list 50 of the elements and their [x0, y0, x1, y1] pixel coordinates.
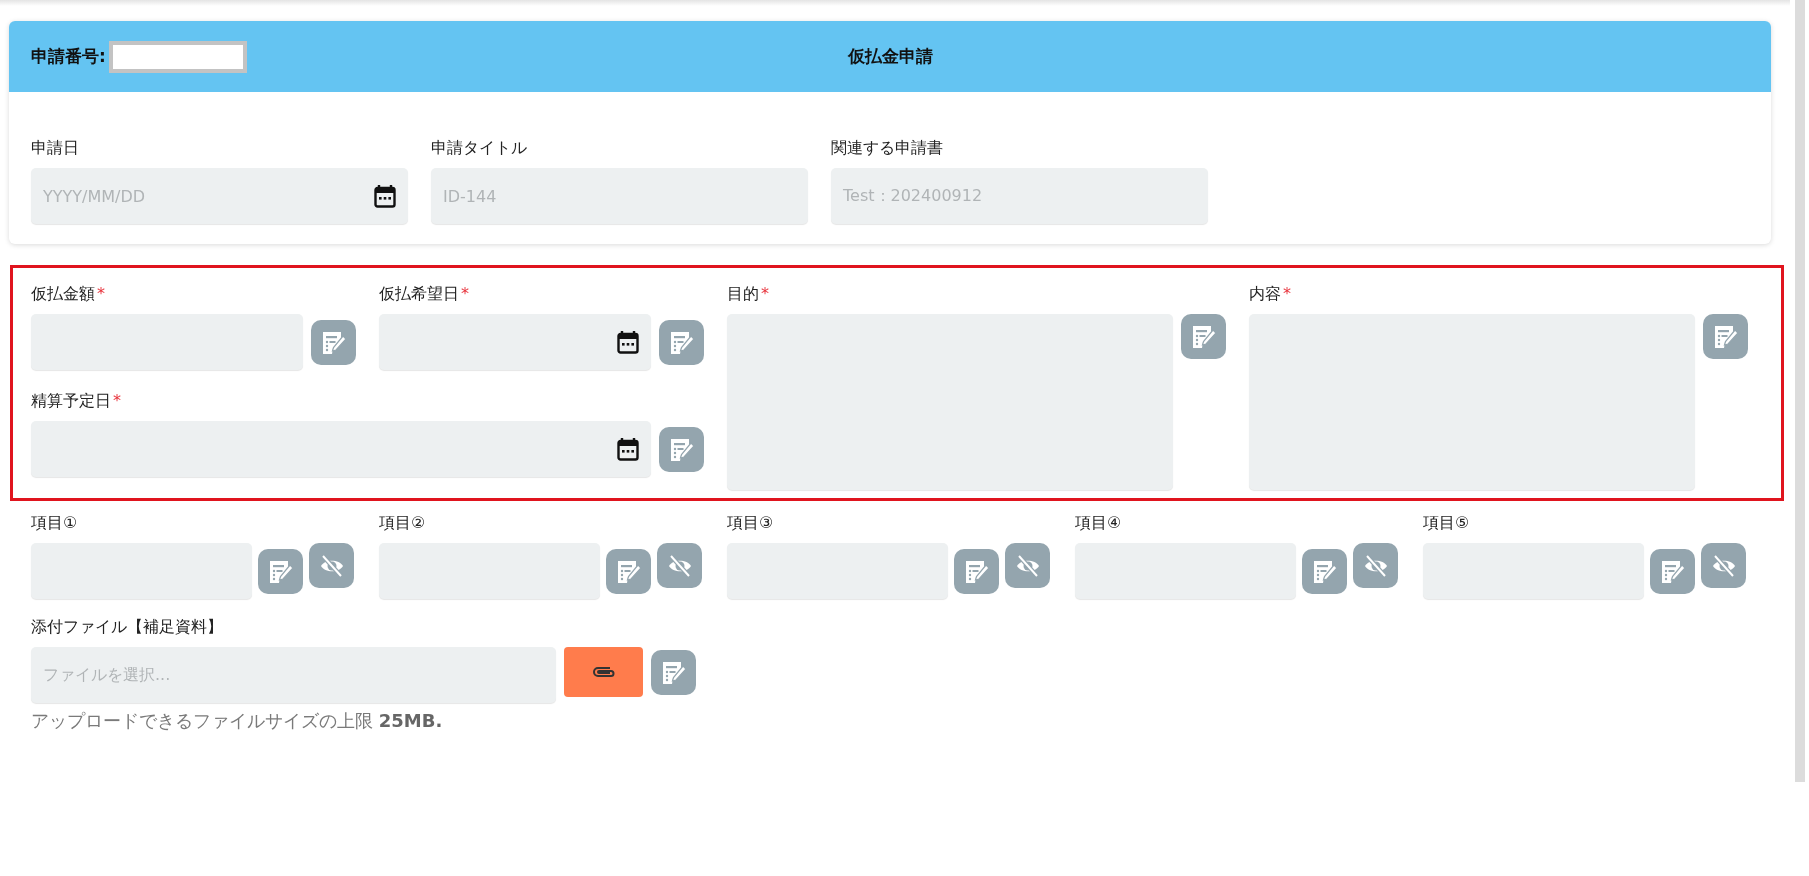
input-field[interactable]	[379, 314, 651, 370]
hide-button[interactable]	[1701, 543, 1746, 588]
field-label: 項目①	[31, 513, 79, 533]
edit-button[interactable]	[1650, 549, 1695, 594]
edit-button[interactable]	[606, 549, 651, 594]
required-mark: *	[1283, 284, 1291, 303]
required-mark: *	[113, 391, 121, 410]
field-label: 仮払希望日*	[379, 284, 470, 304]
input-field[interactable]	[31, 421, 651, 477]
required-mark: *	[461, 284, 469, 303]
application-number-label: 申請番号:	[31, 45, 106, 68]
form-title: 仮払金申請	[847, 45, 933, 68]
edit-button[interactable]	[954, 549, 999, 594]
field-label: 申請日	[31, 138, 80, 158]
edit-button[interactable]	[311, 320, 356, 365]
hide-button[interactable]	[1005, 543, 1050, 588]
field-label: 申請タイトル	[431, 138, 528, 158]
edit-button[interactable]	[659, 427, 704, 472]
field-label: 仮払金額*	[31, 284, 106, 304]
hide-button[interactable]	[657, 543, 702, 588]
application-number-field[interactable]	[108, 40, 247, 73]
edit-button[interactable]	[258, 549, 303, 594]
file-field[interactable]: ファイルを選択...	[31, 647, 556, 703]
calendar-icon	[617, 437, 639, 461]
input-field[interactable]: Test：202400912	[831, 168, 1208, 224]
field-label: 関連する申請書	[831, 138, 944, 158]
scrollbar[interactable]	[1795, 0, 1805, 782]
edit-button[interactable]	[1302, 549, 1347, 594]
hide-button[interactable]	[309, 543, 354, 588]
field-label: 精算予定日*	[31, 391, 122, 411]
field-label: 項目⑤	[1423, 513, 1471, 533]
field-label: 項目②	[379, 513, 427, 533]
edit-button[interactable]	[651, 650, 696, 695]
edit-button[interactable]	[1181, 314, 1226, 359]
input-field[interactable]: ID-144	[431, 168, 808, 224]
attach-button[interactable]	[564, 647, 643, 697]
field-label: 目的*	[727, 284, 770, 304]
field-label: 項目④	[1075, 513, 1123, 533]
input-field[interactable]: YYYY/MM/DD	[31, 168, 408, 224]
calendar-icon	[617, 330, 639, 354]
field-label: 項目③	[727, 513, 775, 533]
required-mark: *	[97, 284, 105, 303]
edit-button[interactable]	[1703, 314, 1748, 359]
field-label: 内容*	[1249, 284, 1292, 304]
required-mark: *	[761, 284, 769, 303]
hide-button[interactable]	[1353, 543, 1398, 588]
upload-limit-note: アップロードできるファイルサイズの上限 25MB.	[31, 709, 444, 733]
field-label: 添付ファイル【補足資料】	[31, 617, 224, 637]
edit-button[interactable]	[659, 320, 704, 365]
calendar-icon	[374, 184, 396, 208]
